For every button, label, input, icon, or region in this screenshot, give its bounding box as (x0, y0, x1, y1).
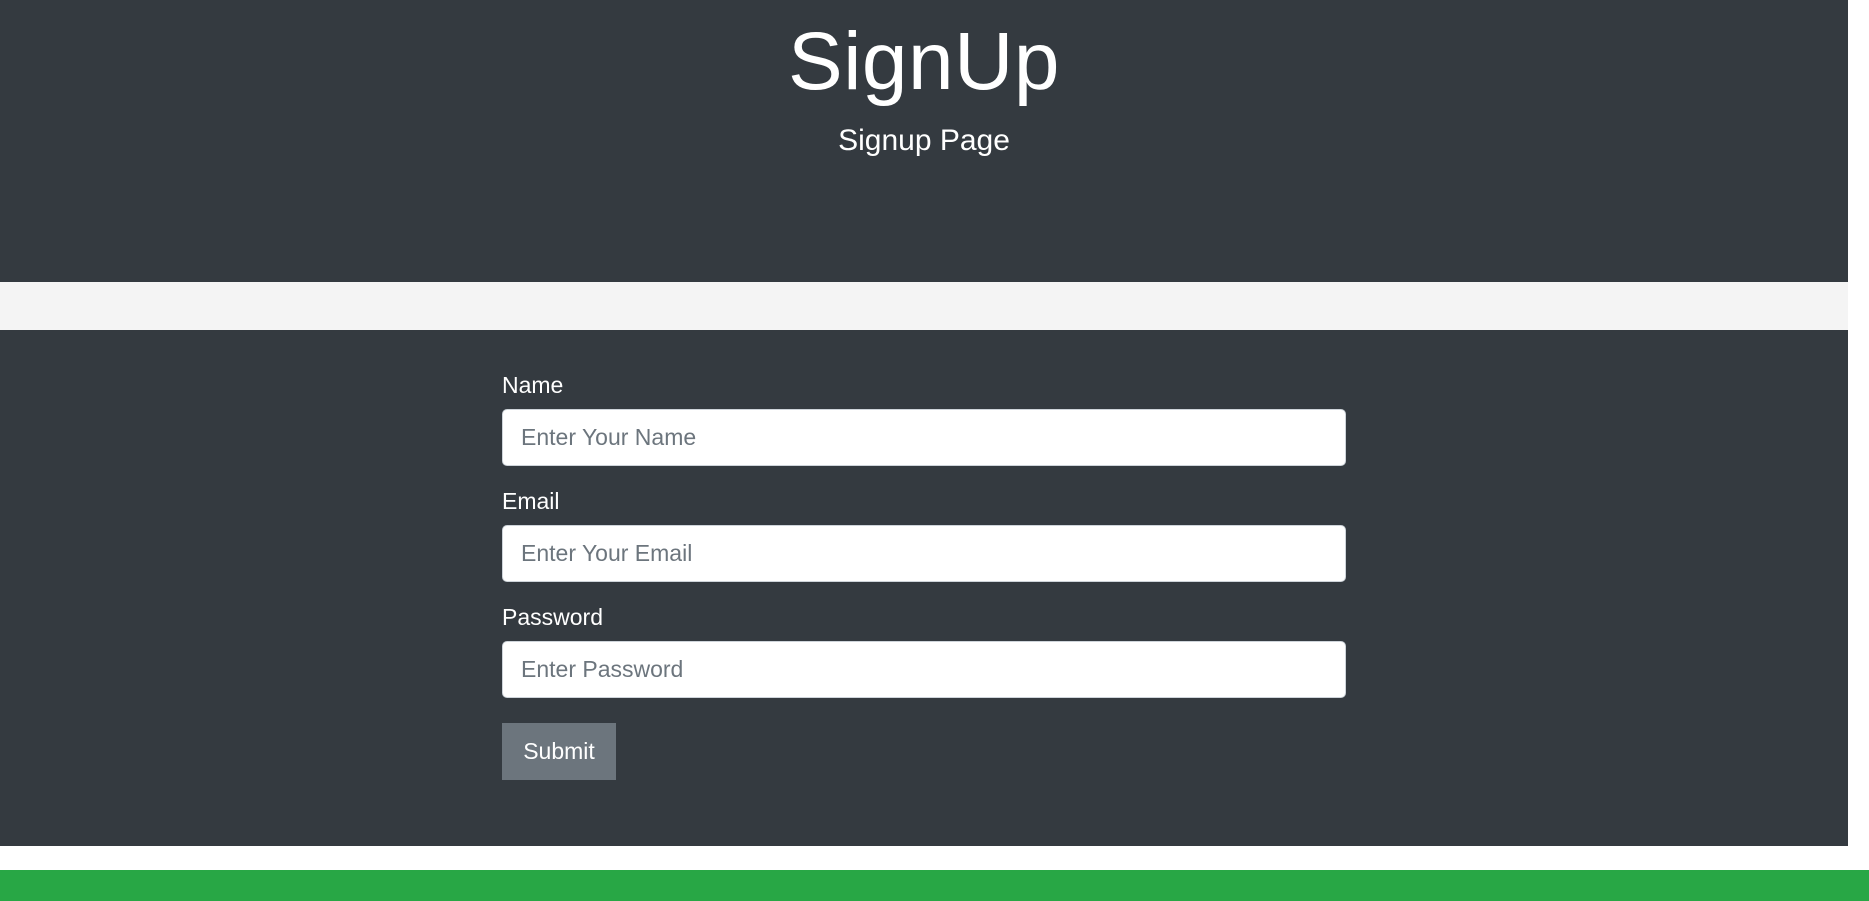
name-input[interactable] (502, 409, 1346, 466)
signup-form: Name Email Password Submit (502, 370, 1346, 780)
footer-bar (0, 870, 1869, 901)
signup-page: SignUp Signup Page Name Email Password S… (0, 0, 1869, 901)
scrollbar-track[interactable] (1848, 0, 1869, 846)
name-form-group: Name (502, 370, 1346, 466)
section-divider (0, 282, 1848, 330)
email-input[interactable] (502, 525, 1346, 582)
name-label: Name (502, 372, 564, 398)
password-form-group: Password (502, 602, 1346, 698)
page-title: SignUp (788, 16, 1060, 107)
email-form-group: Email (502, 486, 1346, 582)
page-subtitle: Signup Page (838, 124, 1010, 157)
submit-button[interactable]: Submit (502, 723, 616, 780)
password-label: Password (502, 604, 603, 630)
hero-banner: SignUp Signup Page (0, 0, 1848, 282)
footer-spacer (0, 846, 1869, 870)
password-input[interactable] (502, 641, 1346, 698)
form-section: Name Email Password Submit (0, 330, 1848, 846)
email-label: Email (502, 488, 560, 514)
